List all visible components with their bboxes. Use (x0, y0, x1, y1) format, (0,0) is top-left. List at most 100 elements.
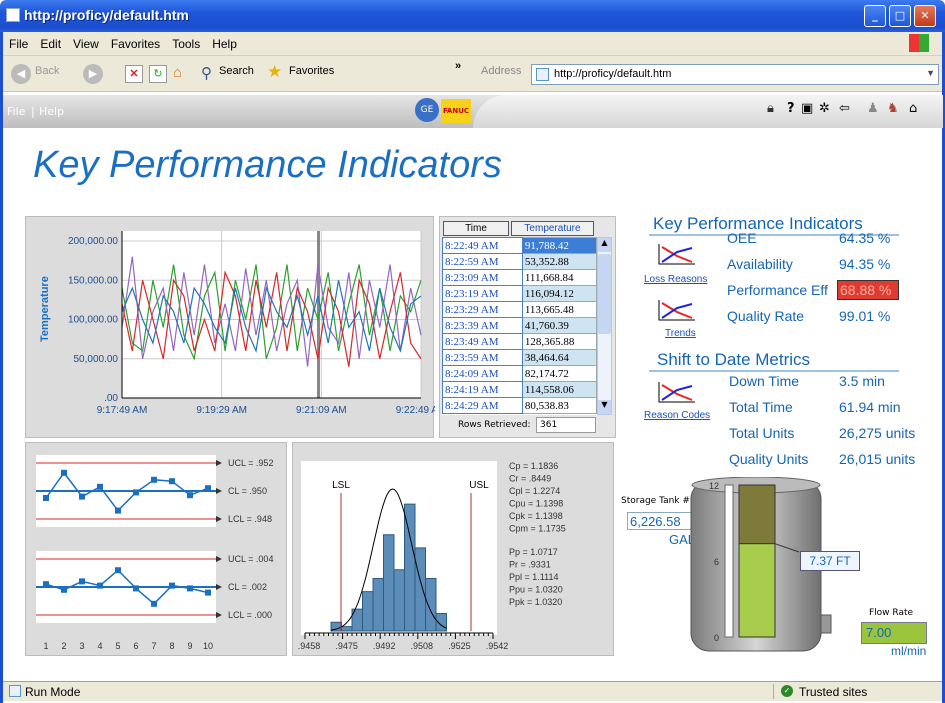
trends-link[interactable]: Trends (665, 328, 696, 339)
table-row[interactable]: 8:23:09 AM 111,668.84 (442, 269, 597, 286)
window-title-bar: http://proficy/default.htm _ □ ✕ (0, 0, 945, 32)
address-url: http://proficy/default.htm (554, 68, 672, 80)
tank-outlet-pipe (820, 614, 832, 634)
table-row[interactable]: 8:23:39 AM 41,760.39 (442, 317, 597, 334)
fanuc-logo-icon: FANUC (441, 99, 471, 123)
time-cell: 8:23:29 AM (442, 301, 523, 318)
lsl-label: LSL (332, 480, 350, 491)
capability-stat: Cp = 1.1836 (509, 461, 558, 471)
menu-help[interactable]: Help (206, 32, 243, 51)
spc-x-tick: 2 (61, 641, 66, 651)
spc-top-data-point (133, 489, 139, 496)
flow-rate-value: 7.00 (861, 622, 927, 644)
histogram-bar (425, 578, 437, 632)
table-row[interactable]: 8:24:29 AM 80,538.83 (442, 397, 597, 414)
kpi-value: 68.88 % (837, 280, 899, 300)
spc-bottom-data-point (43, 581, 49, 588)
spc-x-tick: 3 (79, 641, 84, 651)
table-row[interactable]: 8:24:19 AM 114,558.06 (442, 381, 597, 398)
spc-bottom-data-point (169, 582, 175, 589)
column-header-time[interactable]: Time (443, 221, 509, 236)
time-cell: 8:22:49 AM (442, 237, 523, 254)
scroll-up-icon[interactable]: ▲ (598, 238, 611, 252)
menu-favorites[interactable]: Favorites (105, 32, 166, 51)
temperature-cell: 38,464.64 (521, 349, 597, 366)
rows-retrieved-label: Rows Retrieved: (458, 420, 531, 430)
tank-level-readout: 7.37 FT (800, 551, 860, 571)
table-row[interactable]: 8:22:59 AM 53,352.88 (442, 253, 597, 270)
menu-edit[interactable]: Edit (34, 32, 67, 51)
exit-icon[interactable]: ⌂ (909, 101, 917, 116)
menu-file[interactable]: File (3, 32, 34, 51)
spc-bottom-lcl-label: LCL = .000 (228, 610, 272, 620)
favorites-star-icon[interactable]: ★ (267, 62, 282, 82)
status-text: Run Mode (25, 685, 81, 699)
capability-stat: Cpk = 1.1398 (509, 511, 563, 521)
kpi-heading: Key Performance Indicators (653, 214, 863, 233)
run-icon[interactable]: ♞ (887, 101, 899, 116)
spc-top-data-point (97, 483, 103, 490)
favorites-button[interactable]: Favorites (289, 65, 334, 77)
kpi-value: 99.01 % (839, 308, 891, 324)
save-icon[interactable]: ▣ (801, 101, 813, 116)
forward-arrow-icon[interactable]: ▶ (83, 64, 103, 84)
help-icon[interactable]: ? (787, 101, 795, 116)
refresh-icon[interactable]: ↻ (149, 65, 167, 83)
loss-reasons-chart-icon[interactable] (657, 242, 697, 266)
temperature-cell: 113,665.48 (521, 301, 597, 318)
app-file-link[interactable]: File (7, 105, 25, 118)
table-row[interactable]: 8:23:19 AM 116,094.12 (442, 285, 597, 302)
table-row[interactable]: 8:23:59 AM 38,464.64 (442, 349, 597, 366)
ie-page-icon (6, 8, 20, 22)
back-arrow-icon[interactable]: ◀ (11, 64, 31, 84)
time-cell: 8:23:09 AM (442, 269, 523, 286)
address-input[interactable]: http://proficy/default.htm ▼ (531, 64, 939, 85)
users-icon[interactable]: ♟ (867, 101, 879, 116)
shift-label: Down Time (729, 373, 800, 389)
toolbar-chevron-icon[interactable]: » (455, 60, 461, 72)
logout-icon[interactable]: ⇦ (839, 101, 850, 116)
close-button[interactable]: ✕ (914, 5, 936, 27)
minimize-button[interactable]: _ (864, 5, 886, 27)
table-scrollbar[interactable]: ▲ ▼ (597, 237, 612, 415)
app-help-link[interactable]: Help (39, 105, 64, 118)
histogram-bar (414, 547, 426, 632)
lock-icon[interactable]: 🔒︎ (767, 101, 774, 116)
spc-x-tick: 9 (187, 641, 192, 651)
table-row[interactable]: 8:22:49 AM 91,788.42 (442, 237, 597, 254)
spc-top-data-point (61, 469, 67, 476)
table-row[interactable]: 8:24:09 AM 82,174.72 (442, 365, 597, 382)
y-tick-label: 200,000.00 (68, 236, 118, 247)
capability-histogram: LSL USL .9458 .9475 .9492 .9508 .9525 .9542 Cp =… (298, 461, 566, 651)
address-dropdown-icon[interactable]: ▼ (926, 68, 935, 78)
stop-icon[interactable]: ✕ (125, 65, 143, 83)
spc-top-limit-arrow (216, 488, 222, 494)
column-header-temperature[interactable]: Temperature (511, 221, 594, 236)
menu-tools[interactable]: Tools (166, 32, 206, 51)
scroll-thumb[interactable] (598, 254, 611, 334)
spc-bottom-data-point (187, 585, 193, 592)
maximize-button[interactable]: □ (889, 5, 911, 27)
scroll-down-icon[interactable]: ▼ (598, 400, 611, 414)
trends-chart-icon[interactable] (657, 298, 697, 322)
table-row[interactable]: 8:23:49 AM 128,365.88 (442, 333, 597, 350)
search-icon[interactable]: ⚲ (201, 64, 212, 82)
temperature-cell: 41,760.39 (521, 317, 597, 334)
address-label: Address (481, 65, 522, 77)
table-row[interactable]: 8:23:29 AM 113,665.48 (442, 301, 597, 318)
performance-stat: Pr = .9331 (509, 560, 551, 570)
tank-scale-label: 6 (714, 557, 719, 567)
ge-logo-icon: GE (415, 98, 439, 122)
x-tick-label: 9:22:49 AM (396, 405, 435, 416)
reason-codes-link[interactable]: Reason Codes (644, 410, 710, 421)
menu-view[interactable]: View (67, 32, 105, 51)
reason-codes-chart-icon[interactable] (657, 380, 697, 404)
settings-icon[interactable]: ✲ (819, 101, 830, 116)
loss-reasons-link[interactable]: Loss Reasons (644, 274, 707, 285)
toolbar: ◀ Back ▶ ✕ ↻ ⌂ ⚲ Search ★ Favorites » Ad… (3, 56, 942, 92)
spc-bottom-data-point (97, 582, 103, 589)
shift-value: 26,015 units (839, 451, 916, 467)
back-button[interactable]: Back (35, 65, 59, 77)
home-icon[interactable]: ⌂ (173, 65, 191, 83)
search-button[interactable]: Search (219, 65, 254, 77)
